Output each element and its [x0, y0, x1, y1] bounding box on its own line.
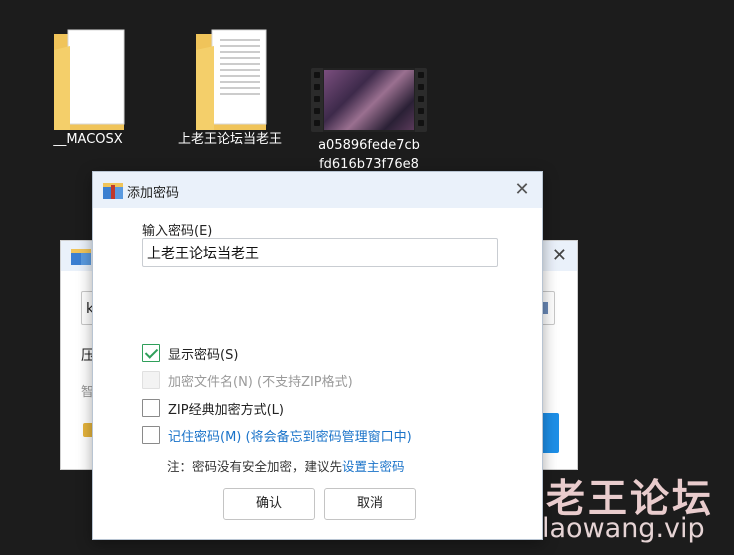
desktop-icon-label: __MACOSX [53, 132, 123, 147]
dialog-titlebar: 添加密码 ✕ [93, 172, 542, 208]
encrypt-filenames-label: 加密文件名(N) (不支持ZIP格式) [168, 374, 353, 390]
remember-password-label[interactable]: 记住密码(M) (将会备忘到密码管理窗口中) [168, 426, 412, 445]
show-password-option[interactable]: 显示密码(S) [142, 342, 238, 364]
password-label: 输入密码(E) [142, 224, 213, 239]
security-note: 注：密码没有安全加密，建议先设置主密码 [167, 456, 405, 475]
desktop-icon-label-line1: a05896fede7cb [318, 138, 420, 153]
watermark-url: laowang.vip [542, 513, 705, 544]
show-password-checkbox[interactable] [142, 344, 160, 362]
close-icon[interactable]: ✕ [552, 245, 567, 266]
show-password-label: 显示密码(S) [168, 347, 239, 363]
desktop-icon-video-label[interactable]: a05896fede7cb fd616b73f76e8 [304, 136, 434, 174]
desktop-icon-macosx[interactable]: __MACOSX [40, 26, 136, 149]
remember-password-checkbox[interactable] [142, 426, 160, 444]
bandizip-icon [71, 249, 91, 265]
password-input[interactable] [142, 238, 498, 267]
dialog-title: 添加密码 [127, 186, 180, 201]
encrypt-filenames-option: 加密文件名(N) (不支持ZIP格式) [142, 369, 353, 391]
bandizip-icon [103, 183, 123, 199]
close-icon[interactable]: ✕ [508, 176, 536, 204]
film-strip [311, 68, 323, 132]
desktop-icon-folder-laowang[interactable]: 上老王论坛当老王 [172, 26, 288, 149]
set-master-password-link[interactable]: 设置主密码 [342, 459, 405, 474]
remember-password-option[interactable]: 记住密码(M) (将会备忘到密码管理窗口中) [142, 424, 412, 446]
security-note-text: 注：密码没有安全加密，建议先 [167, 459, 343, 474]
zip-classic-checkbox[interactable] [142, 399, 160, 417]
zip-classic-label: ZIP经典加密方式(L) [168, 402, 284, 418]
folder-icon [196, 29, 267, 130]
zip-classic-option[interactable]: ZIP经典加密方式(L) [142, 397, 284, 419]
desktop-icon-label: 上老王论坛当老王 [177, 132, 282, 147]
encrypt-filenames-checkbox [142, 371, 160, 389]
add-password-dialog: 添加密码 ✕ 输入密码(E) 显示密码(S) 加密文件名(N) (不支持ZIP格… [92, 171, 543, 540]
video-thumbnail[interactable] [311, 68, 427, 132]
film-strip [415, 68, 427, 132]
folder-icon [54, 29, 125, 130]
video-preview-image [324, 70, 414, 130]
ok-button[interactable]: 确认 [223, 488, 315, 520]
cancel-button[interactable]: 取消 [324, 488, 416, 520]
